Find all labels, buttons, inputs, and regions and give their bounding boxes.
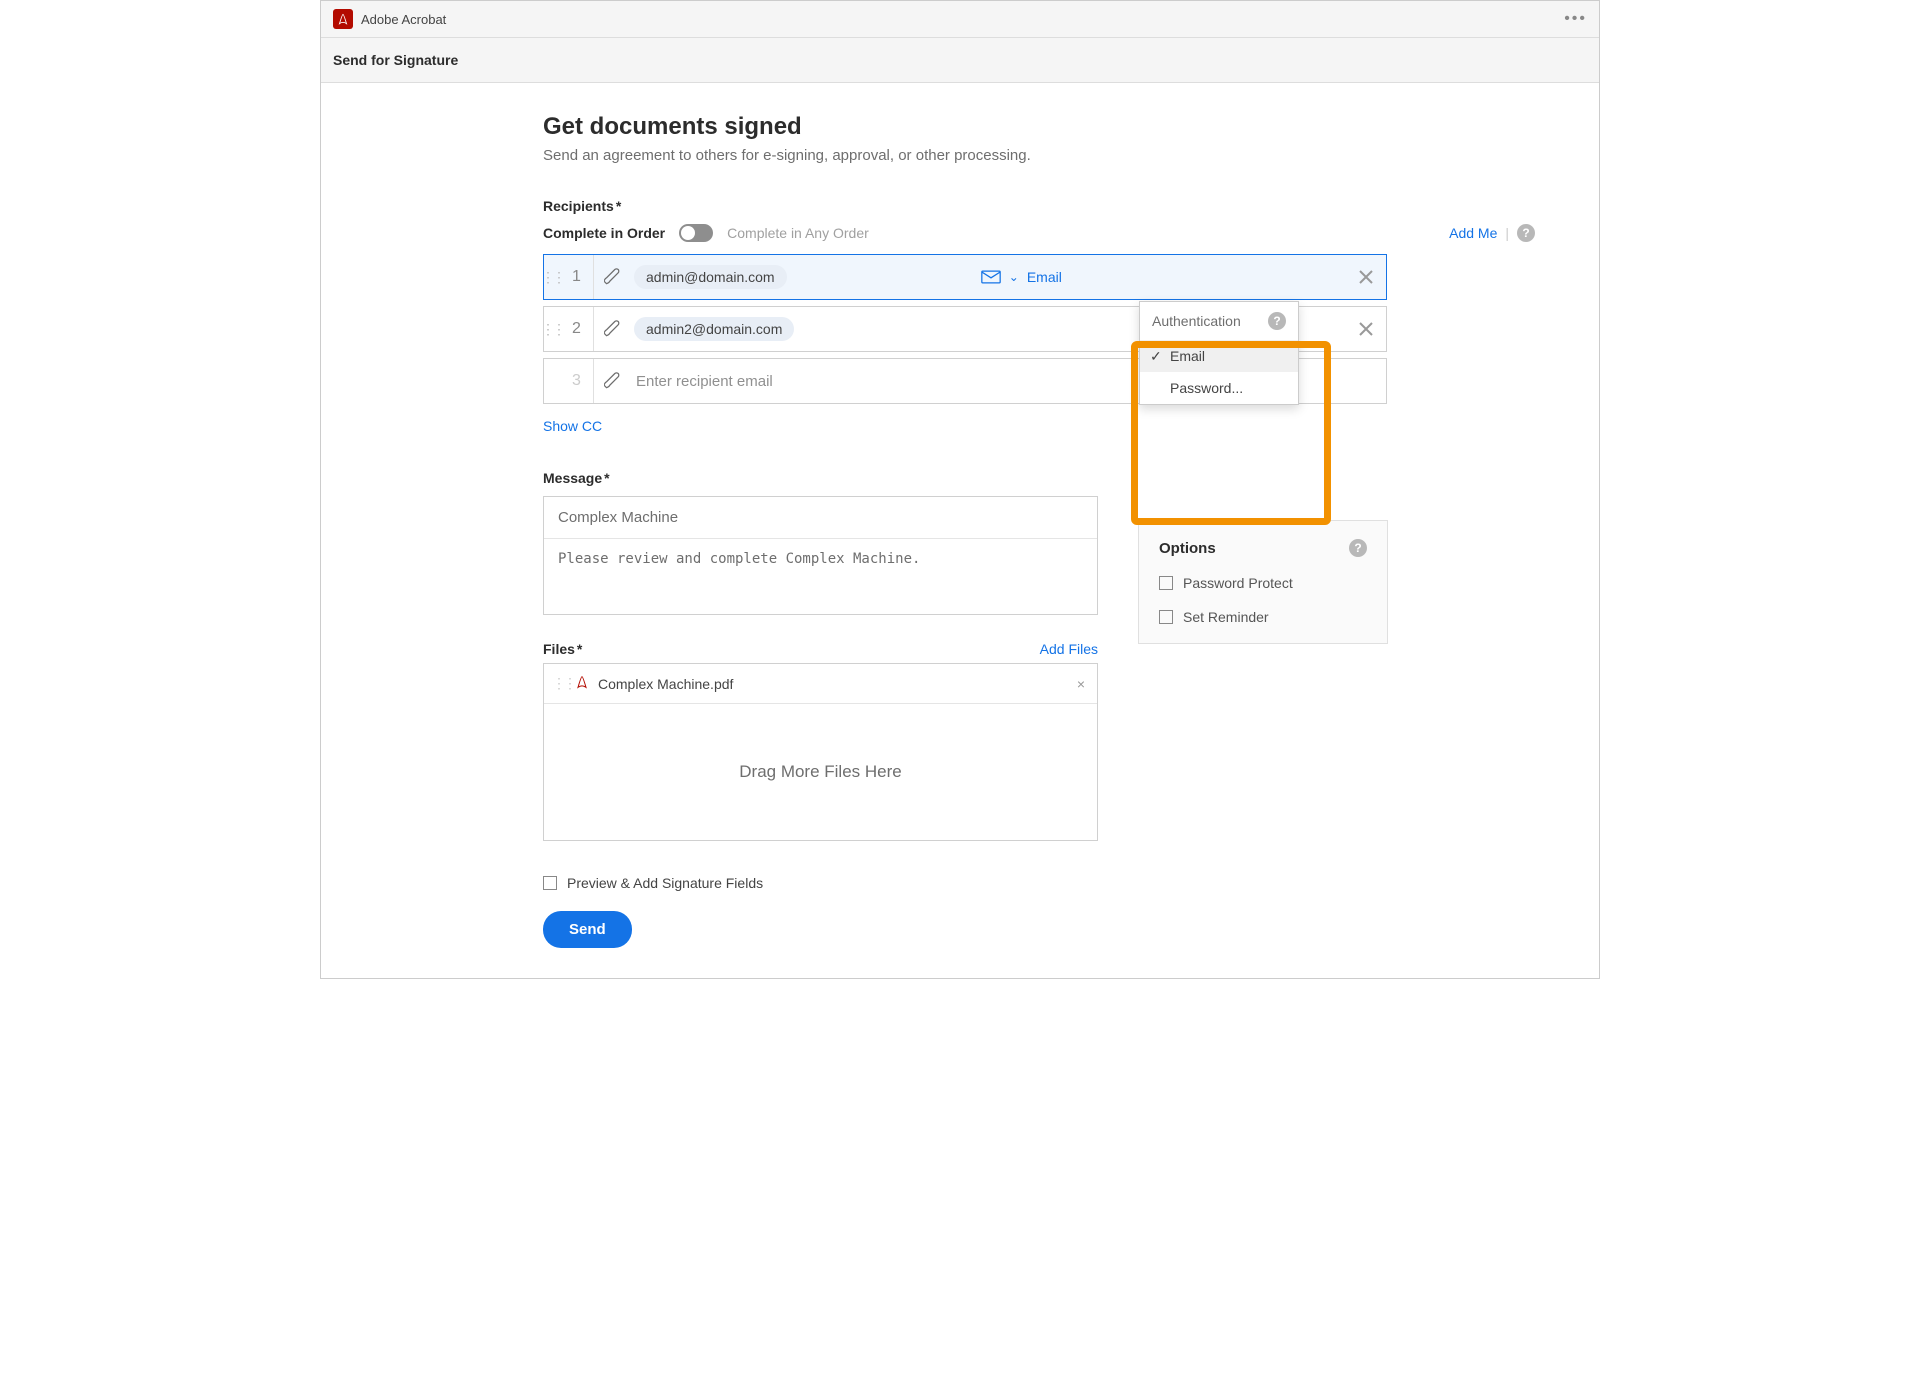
checkbox-icon[interactable] [1159, 576, 1173, 590]
drag-handle-icon[interactable] [544, 269, 560, 286]
checkbox-icon[interactable] [543, 876, 557, 890]
recipient-placeholder[interactable]: Enter recipient email [634, 373, 773, 390]
message-subject-input[interactable] [544, 497, 1097, 539]
recipient-order-1: 1 [560, 255, 594, 299]
auth-label: Email [1027, 269, 1062, 285]
options-panel: Options ? Password Protect Set Reminder [1138, 520, 1388, 644]
drag-handle-icon[interactable] [556, 675, 570, 692]
auth-help-icon[interactable]: ? [1268, 312, 1286, 330]
page-subtitle: Send an agreement to others for e-signin… [543, 147, 1539, 164]
files-label: Files [543, 641, 582, 657]
signer-icon[interactable] [594, 371, 634, 391]
remove-recipient-2[interactable] [1346, 321, 1386, 337]
auth-selector[interactable]: ⌄ Email [981, 269, 1062, 285]
auth-option-password[interactable]: Password... [1140, 372, 1298, 404]
files-box: Complex Machine.pdf × Drag More Files He… [543, 663, 1098, 841]
page-title: Get documents signed [543, 113, 1539, 141]
order-toggle[interactable] [679, 224, 713, 242]
message-label: Message [543, 470, 1539, 486]
checkbox-icon[interactable] [1159, 610, 1173, 624]
remove-file-icon[interactable]: × [1077, 676, 1085, 692]
recipients-help-icon[interactable]: ? [1517, 224, 1535, 242]
recipient-email-1[interactable]: admin@domain.com [634, 265, 787, 289]
options-help-icon[interactable]: ? [1349, 539, 1367, 557]
preview-checkbox-row[interactable]: Preview & Add Signature Fields [543, 875, 1098, 891]
preview-label: Preview & Add Signature Fields [567, 875, 763, 891]
recipient-row-1[interactable]: 1 admin@domain.com ⌄ Email Authenticatio… [543, 254, 1387, 300]
complete-in-order-label: Complete in Order [543, 225, 665, 241]
drag-handle-icon[interactable] [544, 321, 560, 338]
password-protect-option[interactable]: Password Protect [1159, 575, 1367, 591]
complete-any-order-label: Complete in Any Order [727, 225, 869, 241]
drag-zone[interactable]: Drag More Files Here [544, 704, 1097, 840]
message-box: Please review and complete Complex Machi… [543, 496, 1098, 615]
more-menu-icon[interactable]: ••• [1564, 10, 1587, 28]
set-reminder-option[interactable]: Set Reminder [1159, 609, 1367, 625]
recipient-email-2[interactable]: admin2@domain.com [634, 317, 794, 341]
recipient-order-2: 2 [560, 307, 594, 351]
send-button[interactable]: Send [543, 911, 632, 948]
show-cc-link[interactable]: Show CC [543, 418, 602, 434]
auth-option-email[interactable]: Email [1140, 340, 1298, 372]
pdf-icon [574, 674, 590, 693]
add-me-link[interactable]: Add Me [1449, 225, 1497, 241]
titlebar: Adobe Acrobat ••• [321, 1, 1599, 38]
auth-dropdown: Authentication ? Email Password... [1139, 301, 1299, 405]
file-row[interactable]: Complex Machine.pdf × [544, 664, 1097, 704]
recipients-label: Recipients [543, 198, 1539, 214]
signer-icon[interactable] [594, 267, 634, 287]
app-name: Adobe Acrobat [361, 12, 446, 27]
signer-icon[interactable] [594, 319, 634, 339]
acrobat-icon [333, 9, 353, 29]
file-name: Complex Machine.pdf [598, 676, 733, 692]
page-subhead: Send for Signature [321, 38, 1599, 83]
chevron-down-icon: ⌄ [1009, 270, 1019, 284]
add-files-link[interactable]: Add Files [1040, 641, 1098, 657]
remove-recipient-1[interactable] [1346, 269, 1386, 285]
message-body-input[interactable]: Please review and complete Complex Machi… [544, 539, 1097, 609]
recipient-order-3: 3 [560, 359, 594, 403]
auth-dropdown-header: Authentication [1152, 313, 1241, 329]
options-label: Options [1159, 540, 1216, 557]
